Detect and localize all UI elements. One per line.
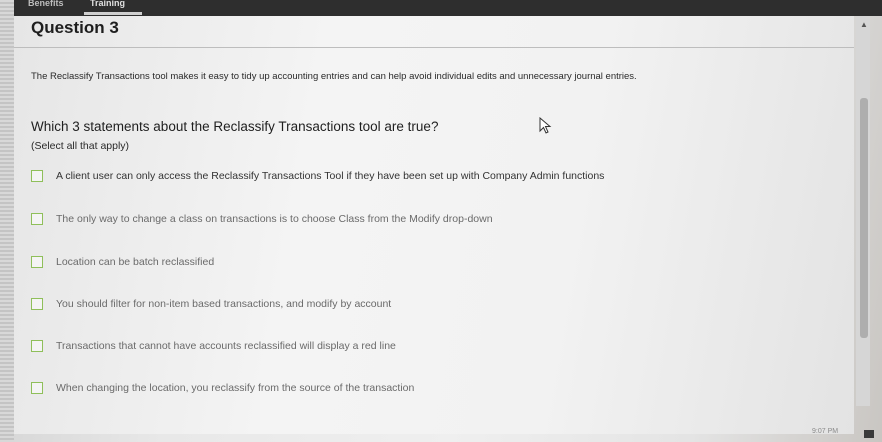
- option-5[interactable]: Transactions that cannot have accounts r…: [31, 340, 396, 352]
- checkbox-1[interactable]: [31, 170, 43, 182]
- title-divider: [14, 47, 854, 48]
- option-5-label: Transactions that cannot have accounts r…: [56, 340, 396, 352]
- left-edge-strip: [0, 0, 14, 442]
- scrollbar-thumb[interactable]: [860, 98, 868, 338]
- checkbox-6[interactable]: [31, 382, 43, 394]
- notification-icon[interactable]: [864, 430, 874, 438]
- scroll-up-icon[interactable]: ▲: [860, 20, 868, 29]
- question-title: Question 3: [31, 18, 119, 37]
- option-6[interactable]: When changing the location, you reclassi…: [31, 382, 414, 394]
- option-3-label: Location can be batch reclassified: [56, 256, 215, 268]
- question-hint: (Select all that apply): [31, 140, 130, 152]
- option-3[interactable]: Location can be batch reclassified: [31, 256, 214, 268]
- option-4[interactable]: You should filter for non-item based tra…: [31, 298, 391, 310]
- checkbox-5[interactable]: [31, 340, 43, 352]
- option-6-label: When changing the location, you reclassi…: [56, 382, 415, 394]
- option-2-label: The only way to change a class on transa…: [56, 213, 493, 225]
- option-1-label: A client user can only access the Reclas…: [56, 170, 605, 182]
- checkbox-4[interactable]: [31, 298, 43, 310]
- option-1[interactable]: A client user can only access the Reclas…: [31, 170, 604, 182]
- tab-training[interactable]: Training: [90, 0, 125, 8]
- option-2[interactable]: The only way to change a class on transa…: [31, 213, 493, 225]
- taskbar-clock: 9:07 PM: [812, 428, 839, 435]
- top-nav-bar: Benefits Training: [14, 0, 882, 16]
- checkbox-3[interactable]: [31, 256, 43, 268]
- question-intro: The Reclassify Transactions tool makes i…: [31, 71, 637, 82]
- mouse-pointer-icon: [539, 117, 552, 134]
- question-prompt: Which 3 statements about the Reclassify …: [31, 119, 439, 134]
- checkbox-2[interactable]: [31, 213, 43, 225]
- active-tab-indicator: [84, 12, 142, 15]
- option-4-label: You should filter for non-item based tra…: [56, 298, 392, 310]
- tab-benefits[interactable]: Benefits: [28, 0, 64, 8]
